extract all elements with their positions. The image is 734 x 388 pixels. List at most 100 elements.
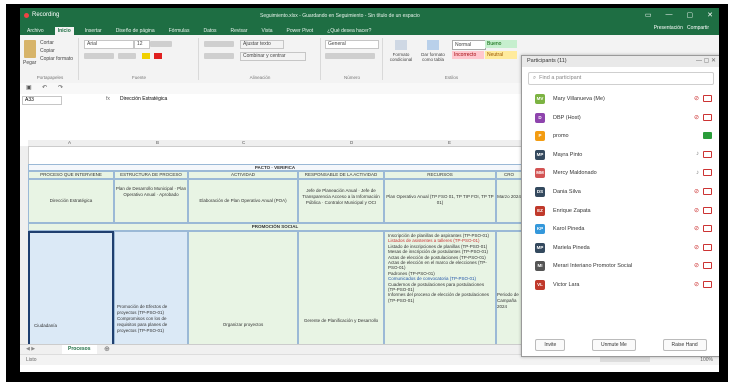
participant-row[interactable]: DS Dania Silva ⊘ [522,183,719,202]
tell-me-search[interactable]: ¿Qué desea hacer? [324,27,374,35]
cell-actividad-1[interactable]: Elaboración de Plan Operativo Anual (POA… [188,179,298,223]
tab-archivo[interactable]: Archivo [24,27,47,35]
format-painter-button[interactable]: Copiar formato [40,56,73,62]
cell-recursos-2[interactable]: Inscripción de planillas de aspirantes (… [384,231,496,351]
borders-icon[interactable] [118,53,136,59]
tab-revisar[interactable]: Revisar [228,27,251,35]
participant-row[interactable]: MP Mayra Pinto ♪ [522,146,719,165]
cell-estructura-1[interactable]: Plan de Desarrollo Municipal · Plan Oper… [114,179,188,223]
horizontal-align-icons[interactable] [204,53,234,59]
fill-color-icon[interactable] [142,53,150,59]
tab-inicio[interactable]: Inicio [54,27,74,35]
col-header-c[interactable]: C [242,140,245,145]
font-size-select[interactable]: 12 [134,40,150,49]
conditional-format-button[interactable]: Formato condicional [386,40,416,70]
video-off-icon[interactable] [703,262,712,270]
cell-actividad-2[interactable]: Organizar proyectos [188,231,298,351]
video-off-icon[interactable] [703,113,712,121]
paste-button[interactable]: Pegar [23,60,36,66]
mic-muted-icon[interactable]: ⊘ [694,95,699,102]
paste-icon[interactable] [24,40,36,58]
participant-row[interactable]: MV Mary Villanueva (Me) ⊘ [522,90,719,109]
cell-responsable-1[interactable]: Jefe de Planeación Anual · Jefe de Trans… [298,179,384,223]
col-header-d[interactable]: D [350,140,353,145]
video-off-icon[interactable] [703,225,712,233]
video-off-icon[interactable] [703,243,712,251]
participant-row[interactable]: VL Victor Lara ⊘ [522,276,719,295]
cell-recursos-1[interactable]: Plan Operativo Anual (TP FSO 01, TP TIP … [384,179,496,223]
font-color-icon[interactable] [154,53,162,59]
raise-hand-button[interactable]: Raise Hand [662,339,707,351]
tab-insertar[interactable]: Insertar [82,27,105,35]
fx-icon[interactable]: fx [106,96,110,102]
formula-input[interactable]: Dirección Estratégica [120,96,167,102]
participant-row[interactable]: MM Mercy Maldonado ♪ [522,164,719,183]
tab-power-pivot[interactable]: Power Pivot [284,27,317,35]
undo-icon[interactable]: ↶ [42,84,47,91]
mic-muted-icon[interactable]: ⊘ [694,188,699,195]
video-off-icon[interactable] [703,206,712,214]
col-header-b[interactable]: B [156,140,159,145]
style-incorrecto[interactable]: Incorrecto [452,51,484,59]
mic-muted-icon[interactable]: ⊘ [694,225,699,232]
tab-formulas[interactable]: Fórmulas [166,27,193,35]
tab-vista[interactable]: Vista [258,27,275,35]
font-size-buttons[interactable] [150,41,172,47]
participant-row[interactable]: MP Mariela Pineda ⊘ [522,239,719,258]
tab-datos[interactable]: Datos [200,27,219,35]
save-icon[interactable]: ▣ [26,84,32,91]
mic-icon[interactable]: ♪ [696,170,699,176]
invite-button[interactable]: Invite [535,339,566,351]
video-off-icon[interactable] [703,280,712,288]
cell-cro-2[interactable]: Periodo de Campaña 2024 [496,231,522,351]
style-neutral[interactable]: Neutral [485,51,517,59]
vertical-align-icons[interactable] [204,41,234,47]
video-off-icon[interactable] [703,95,712,102]
cell-proceso-1[interactable]: Dirección Estratégica [28,179,114,223]
video-off-icon[interactable] [703,150,712,158]
mic-muted-icon[interactable]: ⊘ [694,244,699,251]
mic-muted-icon[interactable]: ⊘ [694,207,699,214]
unmute-me-button[interactable]: Unmute Me [591,339,636,351]
header-top-band[interactable]: PACTO · VERIFICA [28,164,522,171]
cell-proceso-2[interactable]: Ciudadanía [28,231,114,351]
wrap-text-button[interactable]: Ajustar texto [240,40,284,49]
cell-responsable-2[interactable]: Gerente de Planificación y Desarrollo [298,231,384,351]
minimize-button[interactable]: — [666,11,673,19]
style-normal[interactable]: Normal [452,40,486,50]
zoom-level[interactable]: 100% [700,357,713,363]
tab-diseno[interactable]: Diseño de página [113,27,158,35]
sheet-nav-icon[interactable]: ◀ ▶ [26,346,35,352]
col-header-a[interactable]: A [68,140,71,145]
video-off-icon[interactable] [703,187,712,195]
mic-muted-icon[interactable]: ⊘ [694,114,699,121]
video-on-icon[interactable] [703,132,712,140]
cut-button[interactable]: Cortar [40,40,54,46]
col-title-estructura[interactable]: ESTRUCTURA DE PROCESO [114,171,188,179]
presentation-button[interactable]: Presentación [654,25,683,31]
share-button[interactable]: Compartir [687,25,709,31]
col-title-actividad[interactable]: ACTIVIDAD [188,171,298,179]
close-button[interactable]: ✕ [707,11,713,19]
participant-row[interactable]: EZ Enrique Zapata ⊘ [522,202,719,221]
participant-search-input[interactable]: ⌕ Find a participant [528,72,714,85]
bold-italic-underline-icons[interactable] [84,53,114,59]
participant-row[interactable]: D DBP (Host) ⊘ [522,109,719,128]
number-format-select[interactable]: General [325,40,379,49]
col-title-responsable[interactable]: RESPONSABLE DE LA ACTIVIDAD [298,171,384,179]
cell-cro-1[interactable]: Marzo 2024 [496,179,522,223]
panel-window-controls[interactable]: — ▢ ✕ [696,56,716,67]
mic-muted-icon[interactable]: ⊘ [694,262,699,269]
merge-center-button[interactable]: Combinar y centrar [240,52,306,61]
redo-icon[interactable]: ↷ [58,84,63,91]
maximize-button[interactable]: ▢ [687,11,694,19]
video-off-icon[interactable] [703,169,712,177]
add-sheet-icon[interactable]: ⊕ [104,345,110,353]
section-band[interactable]: PROMOCIÓN SOCIAL [28,223,522,231]
participant-row[interactable]: MI Merari Interiano Promotor Social ⊘ [522,257,719,276]
format-as-table-button[interactable]: Dar formato como tabla [418,40,448,70]
mic-icon[interactable]: ♪ [696,151,699,157]
ribbon-display-button[interactable]: ▭ [645,11,652,19]
cell-estructura-2[interactable]: Promoción de Efectos de proyectos (TP-PS… [114,231,188,351]
font-name-select[interactable]: Arial [84,40,134,49]
